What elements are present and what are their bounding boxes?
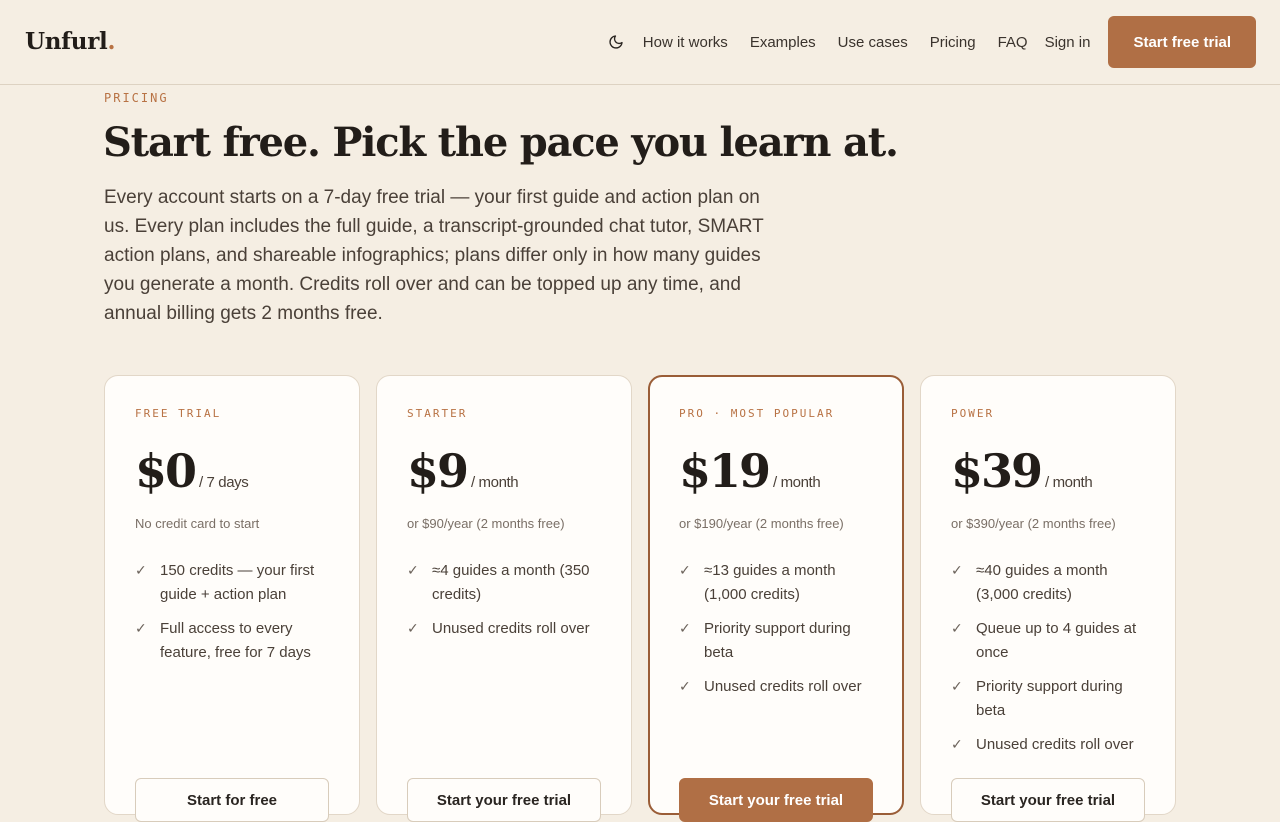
feature-item: ✓ ≈40 guides a month (3,000 credits) <box>951 559 1145 606</box>
feature-item: ✓ 150 credits — your first guide + action… <box>135 559 329 606</box>
feature-list: ✓ ≈4 guides a month (350 credits) ✓ Unused… <box>407 559 601 641</box>
plan-price: $9 <box>407 444 469 498</box>
plan-card-power: POWER $39 / month or $390/year (2 months… <box>920 375 1176 822</box>
check-icon: ✓ <box>407 562 419 578</box>
start-for-free-button[interactable]: Start for free <box>135 778 329 822</box>
feature-list: ✓ ≈40 guides a month (3,000 credits) ✓ Que… <box>951 559 1145 757</box>
check-icon: ✓ <box>407 620 419 636</box>
plan-card-pro: PRO · MOST POPULAR $19 / month or $190/y… <box>648 375 904 822</box>
feature-item: ✓ ≈4 guides a month (350 credits) <box>407 559 601 606</box>
price-row: $9 / month <box>407 444 601 498</box>
nav-link-use-cases[interactable]: Use cases <box>838 34 908 51</box>
feature-list: ✓ ≈13 guides a month (1,000 credits) ✓ Pri… <box>679 559 873 699</box>
feature-item: ✓ Unused credits roll over <box>407 617 601 641</box>
plan-card-starter: STARTER $9 / month or $90/year (2 months… <box>376 375 632 822</box>
site-header: Unfurl. How it works Examples Use cases … <box>0 0 1280 85</box>
pricing-cards: FREE TRIAL $0 / 7 days No credit card to… <box>104 375 1176 822</box>
plan-price: $19 <box>679 444 771 498</box>
price-note: or $90/year (2 months free) <box>407 516 565 531</box>
price-row: $39 / month <box>951 444 1145 498</box>
plan-name: PRO · MOST POPULAR <box>679 407 835 420</box>
check-icon: ✓ <box>951 678 963 694</box>
price-note: No credit card to start <box>135 516 260 531</box>
intro-paragraph: Every account starts on a 7-day free tri… <box>104 187 764 324</box>
plan-period: / month <box>471 474 519 491</box>
price-note: or $390/year (2 months free) <box>951 516 1116 531</box>
check-icon: ✓ <box>679 620 691 636</box>
pro-trial-button[interactable]: Start your free trial <box>679 778 873 822</box>
nav-link-pricing[interactable]: Pricing <box>930 34 976 51</box>
power-trial-button[interactable]: Start your free trial <box>951 778 1145 822</box>
brand-dot: . <box>107 28 116 55</box>
plan-name: STARTER <box>407 407 468 420</box>
moon-icon <box>609 35 623 49</box>
page-title: Start free. Pick the pace you learn at. <box>103 119 899 166</box>
price-note: or $190/year (2 months free) <box>679 516 844 531</box>
price-row: $0 / 7 days <box>135 444 329 498</box>
check-icon: ✓ <box>135 562 147 578</box>
plan-name: FREE TRIAL <box>135 407 222 420</box>
plan-price: $39 <box>951 444 1043 498</box>
starter-trial-button[interactable]: Start your free trial <box>407 778 601 822</box>
brand-name: Unfurl <box>25 28 108 55</box>
feature-item: ✓ Priority support during beta <box>679 617 873 664</box>
check-icon: ✓ <box>679 562 691 578</box>
feature-item: ✓ Unused credits roll over <box>679 675 873 699</box>
feature-item: ✓ Unused credits roll over <box>951 733 1145 757</box>
nav-link-faq[interactable]: FAQ <box>998 34 1028 51</box>
price-row: $19 / month <box>679 444 873 498</box>
plan-period: / 7 days <box>199 474 249 491</box>
feature-item: ✓ Priority support during beta <box>951 675 1145 722</box>
check-icon: ✓ <box>679 678 691 694</box>
sign-in-link[interactable]: Sign in <box>1045 34 1091 51</box>
check-icon: ✓ <box>135 620 147 636</box>
brand-logo[interactable]: Unfurl. <box>25 28 115 55</box>
plan-period: / month <box>1045 474 1093 491</box>
nav-link-examples[interactable]: Examples <box>750 34 816 51</box>
feature-item: ✓ Queue up to 4 guides at once <box>951 617 1145 664</box>
check-icon: ✓ <box>951 562 963 578</box>
feature-item: ✓ Full access to every feature, free for … <box>135 617 329 664</box>
nav-link-how-it-works[interactable]: How it works <box>643 34 728 51</box>
feature-item: ✓ ≈13 guides a month (1,000 credits) <box>679 559 873 606</box>
check-icon: ✓ <box>951 620 963 636</box>
plan-period: / month <box>773 474 821 491</box>
section-eyebrow: PRICING <box>104 91 169 105</box>
check-icon: ✓ <box>951 736 963 752</box>
main-nav: How it works Examples Use cases Pricing … <box>605 16 1256 68</box>
plan-card-free-trial: FREE TRIAL $0 / 7 days No credit card to… <box>104 375 360 822</box>
plan-name: POWER <box>951 407 995 420</box>
theme-toggle-button[interactable] <box>605 31 627 53</box>
feature-list: ✓ 150 credits — your first guide + action… <box>135 559 329 664</box>
plan-price: $0 <box>135 444 197 498</box>
start-free-trial-button[interactable]: Start free trial <box>1108 16 1256 68</box>
